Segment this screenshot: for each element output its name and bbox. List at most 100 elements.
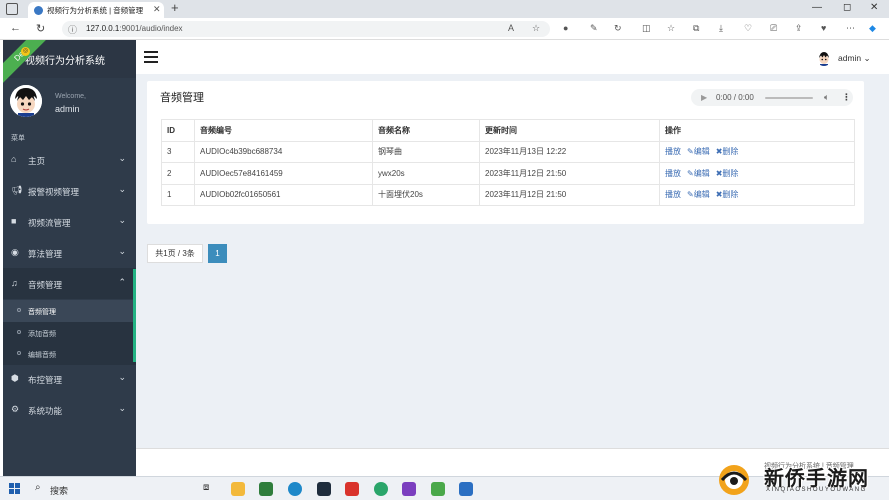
- copilot-icon[interactable]: ◆: [869, 23, 876, 34]
- edge-icon[interactable]: [288, 482, 302, 496]
- wechat-icon[interactable]: [374, 482, 388, 496]
- sidebar-subitem-label: 音频管理: [28, 309, 56, 316]
- pen-icon[interactable]: ✎: [590, 23, 598, 34]
- windows-start-icon[interactable]: [9, 483, 21, 495]
- sidebar-item-label: 主页: [28, 156, 46, 166]
- column-header: 更新时间: [479, 119, 660, 142]
- read-aloud-icon[interactable]: A: [508, 23, 514, 33]
- file-explorer-icon[interactable]: [231, 482, 245, 496]
- sidebar-item-alarm-video[interactable]: 📢︎ 报警视频管理 ⌄: [3, 175, 136, 206]
- sidebar-item-algorithm[interactable]: ◉ 算法管理 ⌄: [3, 237, 136, 268]
- delete-link[interactable]: ✖删除: [716, 190, 739, 199]
- edit-link[interactable]: ✎编辑: [687, 169, 710, 178]
- maximize-icon[interactable]: ◻: [843, 2, 851, 13]
- cell-actions: 播放 ✎编辑 ✖删除: [659, 162, 855, 185]
- more-options-icon[interactable]: ⋯: [846, 23, 855, 34]
- window-menu-icon[interactable]: [6, 3, 18, 15]
- sidebar-subitem-audio-manage[interactable]: 音频管理: [3, 300, 136, 322]
- play-link[interactable]: 播放: [665, 147, 681, 156]
- task-view-icon[interactable]: ⧈: [203, 482, 217, 496]
- share-icon[interactable]: ⇪: [795, 23, 803, 34]
- delete-link[interactable]: ✖删除: [716, 169, 739, 178]
- split-view-icon[interactable]: ◫: [642, 23, 651, 34]
- back-icon[interactable]: ←: [10, 22, 21, 34]
- tab-close-icon[interactable]: ✕: [153, 4, 161, 15]
- terminal-icon[interactable]: [317, 482, 331, 496]
- cell-id: 3: [161, 140, 195, 163]
- tab-favicon-icon: [34, 6, 43, 15]
- favorite-star-icon[interactable]: ☆: [532, 23, 540, 34]
- screenshot-icon[interactable]: ⎚: [770, 23, 777, 34]
- delete-link[interactable]: ✖删除: [716, 147, 739, 156]
- cell-id: 2: [161, 162, 195, 185]
- sidebar-item-audio[interactable]: ♫ 音频管理 ⌃: [3, 268, 136, 299]
- favorites-icon[interactable]: ☆: [667, 23, 675, 34]
- cell-actions: 播放 ✎编辑 ✖删除: [659, 140, 855, 163]
- sidebar-item-video-stream[interactable]: ■ 视频流管理 ⌄: [3, 206, 136, 237]
- chevron-down-icon: ⌄: [118, 372, 126, 382]
- sidebar-item-home[interactable]: ⌂ 主页 ⌄: [3, 144, 136, 175]
- avatar: [10, 85, 42, 117]
- pagination-info: 共1页 / 3条: [147, 244, 203, 263]
- browser-titlebar: 视频行为分析系统 | 音频管理 ✕ + — ◻ ✕: [0, 0, 889, 18]
- player-time: 0:00 / 0:00: [716, 93, 754, 102]
- search-icon: ⌕: [35, 482, 41, 493]
- play-link[interactable]: 播放: [665, 190, 681, 199]
- chevron-down-icon: ⌄: [118, 246, 126, 256]
- play-link[interactable]: 播放: [665, 169, 681, 178]
- sync-icon[interactable]: ↻: [614, 23, 622, 34]
- top-avatar[interactable]: [816, 50, 832, 66]
- gear-icon: ⚙: [11, 404, 20, 414]
- sidebar-subitem-edit-audio[interactable]: 编辑音频: [3, 343, 136, 365]
- visual-studio-icon[interactable]: [402, 482, 416, 496]
- edit-link[interactable]: ✎编辑: [687, 190, 710, 199]
- watermark-logo: [719, 465, 749, 495]
- edit-icon: ✎: [687, 168, 694, 178]
- minimize-icon[interactable]: —: [812, 2, 822, 13]
- circle-icon: [17, 351, 21, 355]
- download-icon[interactable]: ⤓: [719, 23, 723, 34]
- sidebar-item-label: 布控管理: [28, 375, 63, 385]
- progress-slider[interactable]: [765, 97, 813, 99]
- sidebar: 视频行为分析系统 Dev ◎ Welcome, admin 菜单 ⌂ 主页 ⌄ …: [3, 40, 136, 476]
- refresh-icon[interactable]: ↻: [36, 22, 45, 35]
- wps-icon[interactable]: [345, 482, 359, 496]
- sidebar-item-label: 音频管理: [28, 280, 63, 290]
- chevron-down-icon: ⌄: [118, 153, 126, 163]
- pycharm-icon[interactable]: [431, 482, 445, 496]
- edit-link[interactable]: ✎编辑: [687, 147, 710, 156]
- edit-icon: ✎: [687, 147, 694, 157]
- audio-player[interactable]: ▶ 0:00 / 0:00 🔈︎ ⋮: [691, 89, 853, 106]
- cell-time: 2023年11月12日 21:50: [479, 162, 660, 185]
- address-bar[interactable]: ⓘ 127.0.0.1:9001/audio/index: [62, 21, 550, 37]
- sidebar-item-system[interactable]: ⚙ 系统功能 ⌄: [3, 394, 136, 425]
- music-icon: ♫: [11, 278, 18, 288]
- collections-icon[interactable]: ⧉: [693, 23, 699, 34]
- sidebar-subitem-add-audio[interactable]: 添加音频: [3, 322, 136, 344]
- table-row: 1 AUDIOb02fc01650561 十面埋伏20s 2023年11月12日…: [161, 183, 855, 206]
- column-header: ID: [161, 119, 195, 142]
- browser-essentials-icon[interactable]: ♥: [821, 23, 826, 33]
- hamburger-menu-icon[interactable]: [144, 51, 158, 63]
- user-menu[interactable]: admin ⌄: [838, 53, 871, 64]
- edit-icon: ✎: [687, 190, 694, 200]
- sidebar-item-deploy[interactable]: ⬢ 布控管理 ⌄: [3, 363, 136, 394]
- table-header-row: ID 音频编号 音频名称 更新时间 操作: [161, 119, 855, 142]
- editor-icon[interactable]: [459, 482, 473, 496]
- browser-tab[interactable]: 视频行为分析系统 | 音频管理 ✕: [28, 2, 164, 18]
- video-camera-icon: ■: [11, 216, 17, 226]
- circle-icon: [17, 308, 21, 312]
- new-tab-icon[interactable]: +: [171, 0, 179, 15]
- cube-icon: ⬢: [11, 373, 19, 383]
- performance-icon[interactable]: ♡: [744, 23, 752, 34]
- more-vertical-icon[interactable]: ⋮: [842, 92, 851, 103]
- play-icon[interactable]: ▶: [701, 93, 707, 102]
- app-icon[interactable]: [259, 482, 273, 496]
- extension-icon[interactable]: ●: [563, 23, 568, 33]
- site-info-icon[interactable]: ⓘ: [68, 23, 77, 36]
- volume-icon[interactable]: 🔈︎: [824, 92, 829, 103]
- taskbar-search[interactable]: ⌕ 搜索: [28, 481, 188, 497]
- page-button-current[interactable]: 1: [208, 244, 227, 263]
- sidebar-item-label: 报警视频管理: [28, 187, 80, 197]
- close-window-icon[interactable]: ✕: [870, 2, 878, 13]
